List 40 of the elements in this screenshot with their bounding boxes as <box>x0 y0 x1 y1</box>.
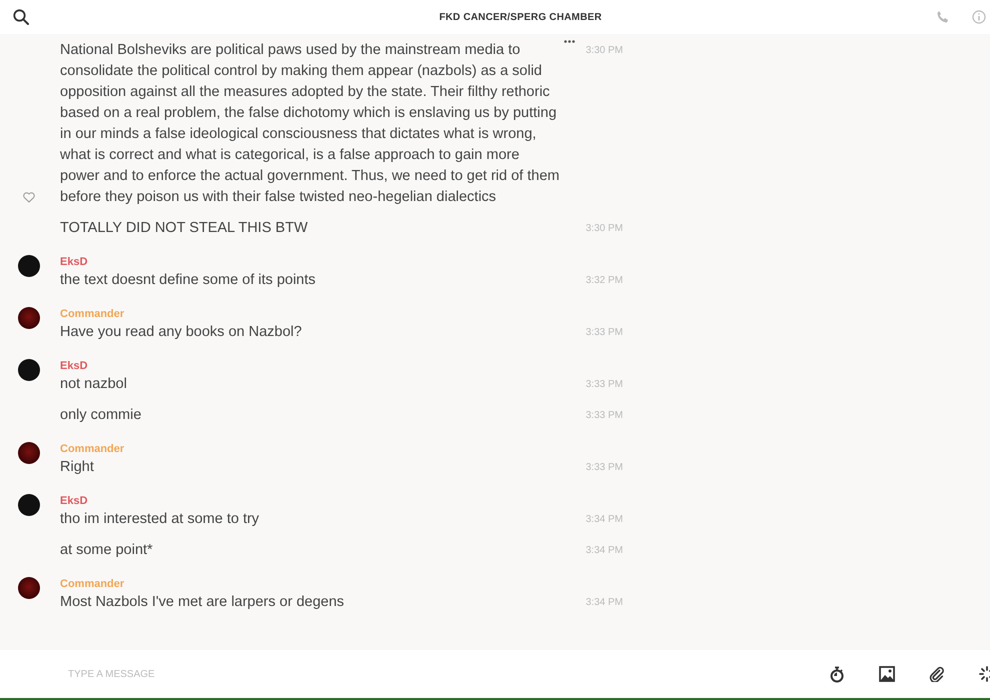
author-name[interactable]: Commander <box>60 306 623 322</box>
message-time: 3:33 PM <box>586 409 623 423</box>
message-text: not nazbol <box>60 375 128 394</box>
message-text: the text doesnt define some of its points <box>60 271 317 290</box>
author-name[interactable]: Commander <box>60 441 623 457</box>
message-input[interactable]: TYPE A MESSAGE <box>60 668 829 680</box>
chat-title: FKD CANCER/SPERG CHAMBER <box>438 12 603 22</box>
author-name[interactable]: EksD <box>60 254 623 270</box>
avatar[interactable] <box>18 307 40 329</box>
message-time: 3:30 PM <box>586 222 623 236</box>
message-text: National Bolsheviks are political paws used by the mainstream media to consolidate the political control by making them appear (nazbols) as a solid opposition against all the measures adopted by the state. Their filthy rethoric based on a real problem, the false dichotomy which is enslaving us by putting in our minds a false ideological consciousness that dictates what is wrong, what is correct and what is categorical, is a false approach to gain more power and to enforce the actual government. Thus, we need to get rid of them before they poison us with their false twisted neo-hegelian dialectics <box>60 41 560 207</box>
stopwatch-icon[interactable] <box>829 666 845 682</box>
message-time: 3:33 PM <box>586 326 623 340</box>
message-time: 3:33 PM <box>586 378 623 392</box>
author-name[interactable]: EksD <box>60 493 623 509</box>
author-name[interactable]: Commander <box>60 576 623 592</box>
image-icon[interactable] <box>879 666 895 682</box>
avatar[interactable] <box>18 577 40 599</box>
message-text: TOTALLY DID NOT STEAL THIS BTW <box>60 219 309 238</box>
search-icon[interactable] <box>13 9 29 25</box>
paperclip-icon[interactable] <box>929 666 945 682</box>
avatar[interactable] <box>18 494 40 516</box>
message-time: 3:32 PM <box>586 274 623 288</box>
message-text: tho im interested at some to try <box>60 510 260 529</box>
more-icon[interactable] <box>564 40 575 43</box>
message-text: only commie <box>60 406 142 425</box>
message-text: Most Nazbols I've met are larpers or degens <box>60 593 346 612</box>
message-time: 3:34 PM <box>586 596 623 610</box>
heart-icon[interactable] <box>23 192 35 203</box>
message-time: 3:30 PM <box>586 44 623 58</box>
message-text: at some point* <box>60 541 154 560</box>
message-time: 3:33 PM <box>586 461 623 475</box>
message-text: Right <box>60 458 95 477</box>
avatar[interactable] <box>18 255 40 277</box>
avatar[interactable] <box>18 442 40 464</box>
avatar[interactable] <box>18 359 40 381</box>
author-name[interactable]: EksD <box>60 358 623 374</box>
message-text: Have you read any books on Nazbol? <box>60 323 303 342</box>
message-time: 3:34 PM <box>586 513 623 527</box>
message-time: 3:34 PM <box>586 544 623 558</box>
